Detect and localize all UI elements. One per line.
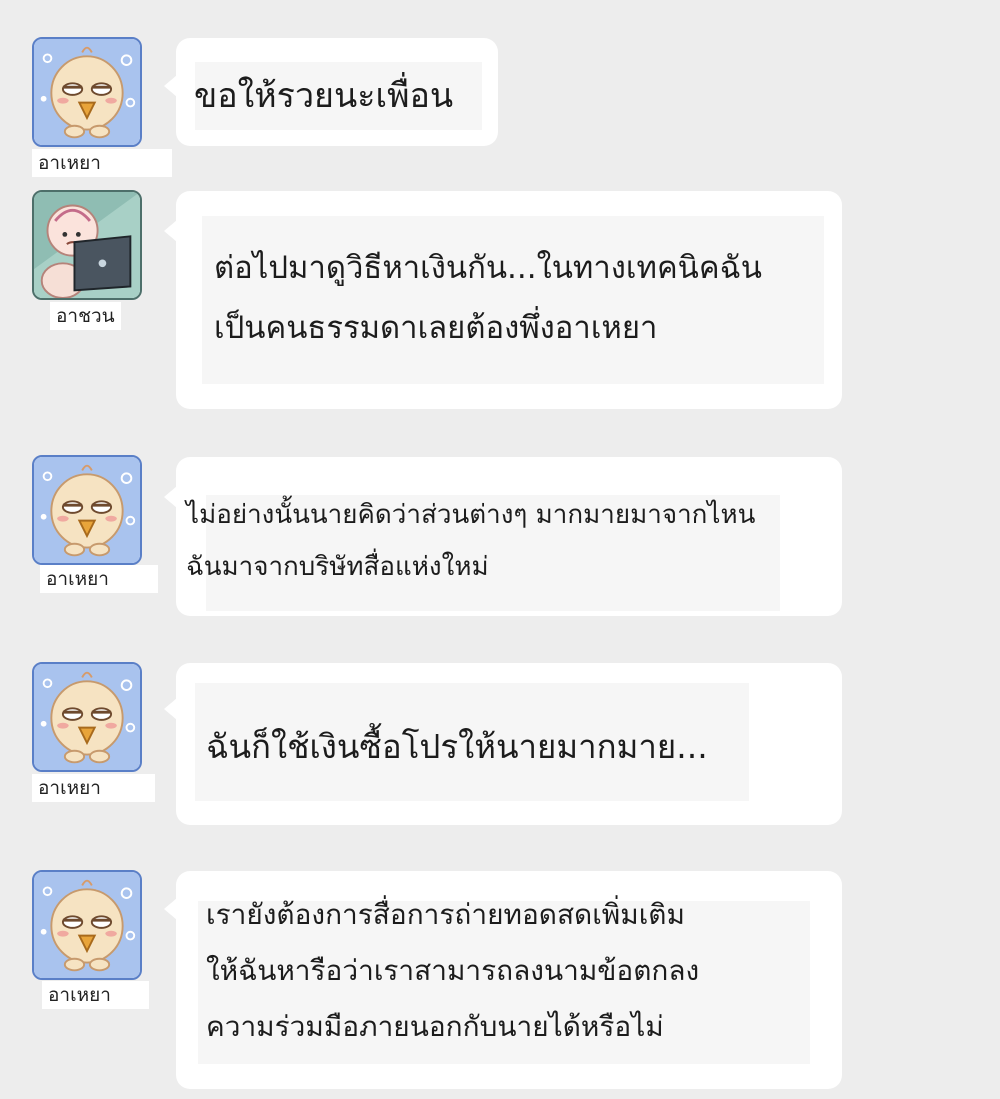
message-text: ฉันมาจากบริษัทสื่อแห่งใหม่	[186, 552, 489, 582]
message-text: ความร่วมมือภายนอกกับนายได้หรือไม่	[206, 1010, 664, 1043]
message-text: ฉันก็ใช้เงินซื้อโปรให้นายมากมาย...	[206, 727, 708, 766]
message-text: ไม่อย่างนั้นนายคิดว่าส่วนต่างๆ มากมายมาจ…	[186, 500, 756, 530]
bubble-tail	[164, 220, 177, 242]
bubble-tail	[164, 486, 177, 508]
sender-name: อาเหยา	[32, 149, 172, 177]
text-highlight	[202, 216, 824, 384]
bubble-tail	[164, 898, 177, 920]
bubble-tail	[164, 75, 177, 97]
chick-avatar-icon[interactable]	[32, 37, 142, 147]
message-bubble: ไม่อย่างนั้นนายคิดว่าส่วนต่างๆ มากมายมาจ…	[164, 457, 842, 616]
message-text: ขอให้รวยนะเพื่อน	[194, 76, 454, 116]
chick-avatar-icon[interactable]	[32, 662, 142, 772]
sender-name: อาเหยา	[42, 981, 149, 1009]
sender-name: อาเหยา	[32, 774, 155, 802]
message-bubble: ขอให้รวยนะเพื่อน	[164, 38, 498, 146]
message-text: ต่อไปมาดูวิธีหาเงินกัน...ในทางเทคนิคฉัน	[214, 250, 762, 286]
message-text: เรายังต้องการสื่อการถ่ายทอดสดเพิ่มเติม	[206, 898, 685, 931]
baby-laptop-avatar-icon[interactable]	[32, 190, 142, 300]
message-text: เป็นคนธรรมดาเลยต้องพึ่งอาเหยา	[214, 310, 658, 346]
sender-name: อาชวน	[50, 302, 121, 330]
sender-name: อาเหยา	[40, 565, 158, 593]
bubble-tail	[164, 698, 177, 720]
chick-avatar-icon[interactable]	[32, 455, 142, 565]
message-text: ให้ฉันหารือว่าเราสามารถลงนามข้อตกลง	[206, 954, 700, 987]
chick-avatar-icon[interactable]	[32, 870, 142, 980]
message-bubble: ฉันก็ใช้เงินซื้อโปรให้นายมากมาย...	[164, 663, 842, 825]
message-bubble: เรายังต้องการสื่อการถ่ายทอดสดเพิ่มเติม ใ…	[164, 871, 842, 1089]
message-bubble: ต่อไปมาดูวิธีหาเงินกัน...ในทางเทคนิคฉัน …	[164, 191, 842, 409]
